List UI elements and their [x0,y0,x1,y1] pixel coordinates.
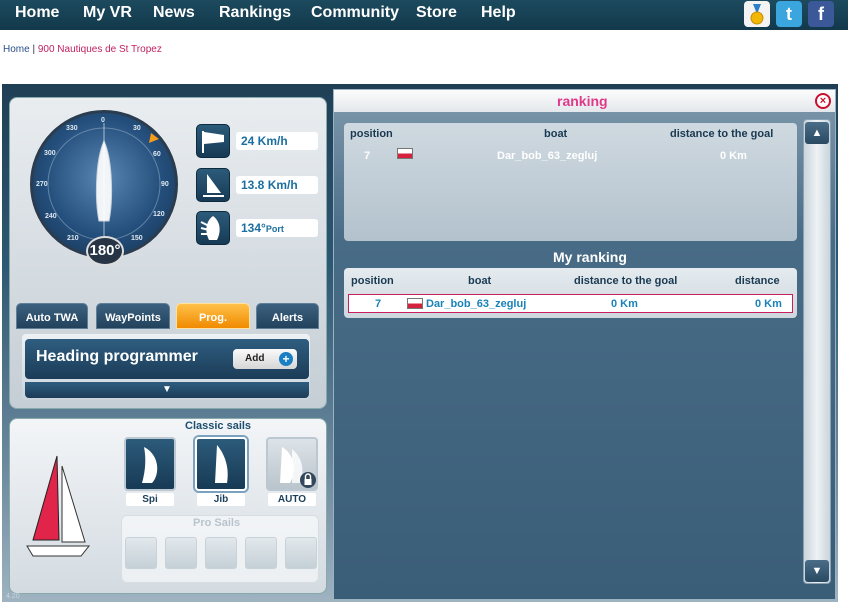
breadcrumb-separator: | [29,44,38,55]
boat-speed-field: 13.8 Km/h [236,176,318,194]
twa-field: 134°Port [236,219,318,237]
tab-alerts[interactable]: Alerts [256,303,319,329]
twa-side: Port [265,224,284,234]
tab-auto-twa[interactable]: Auto TWA [16,303,88,329]
pro-sail-4-icon[interactable] [245,537,277,569]
compass-heading-readout: 180° [86,236,124,266]
boat-speed-glyph [203,174,224,197]
heading-programmer-title: Heading programmer [36,348,198,365]
lock-icon [300,472,316,488]
boat-sail-diagram-icon [26,455,91,557]
add-plus-icon[interactable]: + [279,352,293,366]
my-col-boat: boat [468,275,492,287]
my-ranking-title: My ranking [553,249,627,265]
spi-sail-button[interactable] [124,437,176,491]
jib-sail-label: Jib [197,493,245,506]
auto-sail-button[interactable] [266,437,318,491]
twitter-icon[interactable]: t [776,1,802,27]
nav-rankings[interactable]: Rankings [219,4,291,22]
jib-sail-icon [215,445,228,483]
ranking-title: ranking [557,93,608,109]
expand-programmer-button[interactable]: ▼ [25,382,309,398]
wind-sock-icon [196,124,230,158]
nav-my-vr[interactable]: My VR [83,4,132,22]
my-row-position: 7 [375,298,382,310]
wind-speed-field: 24 Km/h [236,132,318,150]
nav-community[interactable]: Community [311,4,399,22]
pro-sail-2-icon[interactable] [165,537,197,569]
my-row-distance-goal: 0 Km [611,298,638,310]
version-label: 4.20 [6,593,20,600]
close-icon[interactable]: × [815,93,831,109]
ranking-scrollbar[interactable] [803,119,831,584]
ranking-table [344,123,797,241]
scroll-down-icon[interactable]: ▼ [805,560,829,582]
row-boat[interactable]: Dar_bob_63_zegluj [497,150,597,162]
col-distance-goal: distance to the goal [670,128,774,140]
col-position: position [350,128,393,140]
facebook-icon[interactable]: f [808,1,834,27]
breadcrumb: Home | 900 Nautiques de St Tropez [3,44,162,55]
my-row-boat[interactable]: Dar_bob_63_zegluj [426,298,526,310]
top-nav-bar: Home My VR News Rankings Community Store… [0,0,848,30]
tab-waypoints[interactable]: WayPoints [96,303,170,329]
award-ribbon-icon [750,4,764,25]
tab-prog[interactable]: Prog. [176,303,250,329]
boat-hull-icon [47,123,161,245]
row-distance-goal: 0 Km [720,150,747,162]
spi-sail-label: Spi [126,493,174,506]
nav-home[interactable]: Home [15,4,59,22]
breadcrumb-home[interactable]: Home [3,44,30,55]
row-position: 7 [364,150,371,162]
flag-icon [397,148,413,159]
nav-help[interactable]: Help [481,4,516,22]
my-flag-icon [407,298,423,309]
twa-angle-glyph [200,216,220,240]
pro-sails-title: Pro Sails [193,517,241,529]
boat-speed-icon [196,168,230,202]
classic-sails-title: Classic sails [185,420,252,432]
breadcrumb-race[interactable]: 900 Nautiques de St Tropez [38,44,162,55]
nav-news[interactable]: News [153,4,195,22]
wind-sock-glyph [202,131,224,153]
twa-value: 134° [241,221,266,235]
auto-sail-label: AUTO [268,493,316,506]
award-icon[interactable] [744,1,770,27]
page-root: Home My VR News Rankings Community Store… [0,0,848,602]
my-col-distance-goal: distance to the goal [574,275,678,287]
pro-sail-3-icon[interactable] [205,537,237,569]
pro-sail-1-icon[interactable] [125,537,157,569]
spi-sail-icon [142,447,158,483]
col-boat: boat [544,128,568,140]
jib-sail-button[interactable] [195,437,247,491]
scroll-up-icon[interactable]: ▲ [805,122,829,144]
my-row-distance: 0 Km [755,298,782,310]
twa-angle-icon [196,211,230,245]
pro-sail-5-icon[interactable] [285,537,317,569]
my-col-distance: distance [735,275,780,287]
my-col-position: position [351,275,394,287]
nav-store[interactable]: Store [416,4,457,22]
